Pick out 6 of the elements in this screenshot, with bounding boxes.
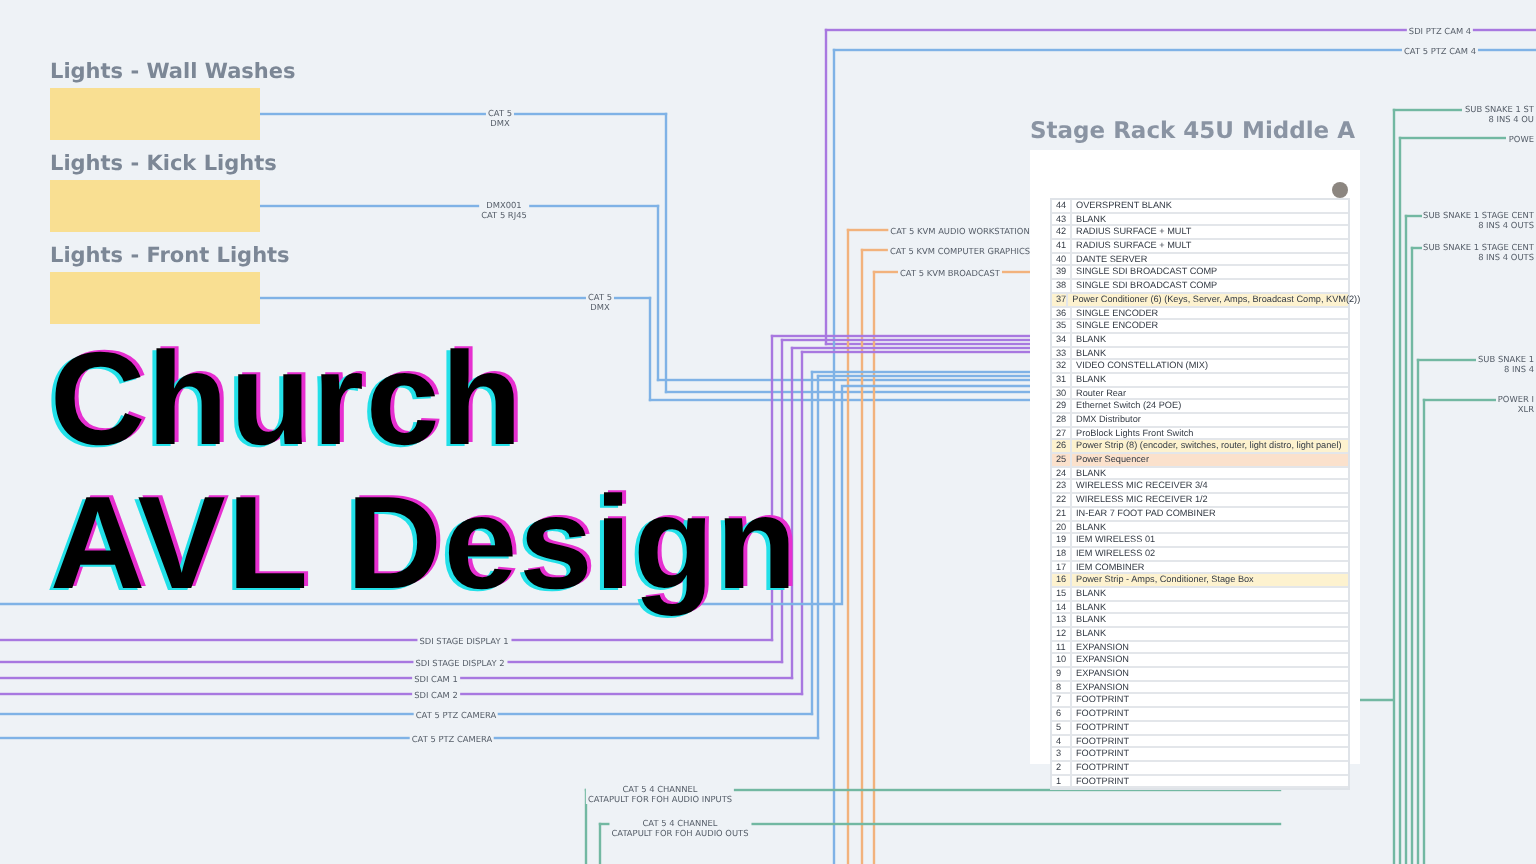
group-title: Lights - Kick Lights (50, 152, 277, 176)
title-text: AVL Design (48, 470, 801, 614)
title-text: Church (48, 326, 526, 470)
group-title: Lights - Wall Washes (50, 60, 296, 84)
rack-title: Stage Rack 45U Middle A (1030, 116, 1355, 144)
group-title: Lights - Front Lights (50, 244, 290, 268)
